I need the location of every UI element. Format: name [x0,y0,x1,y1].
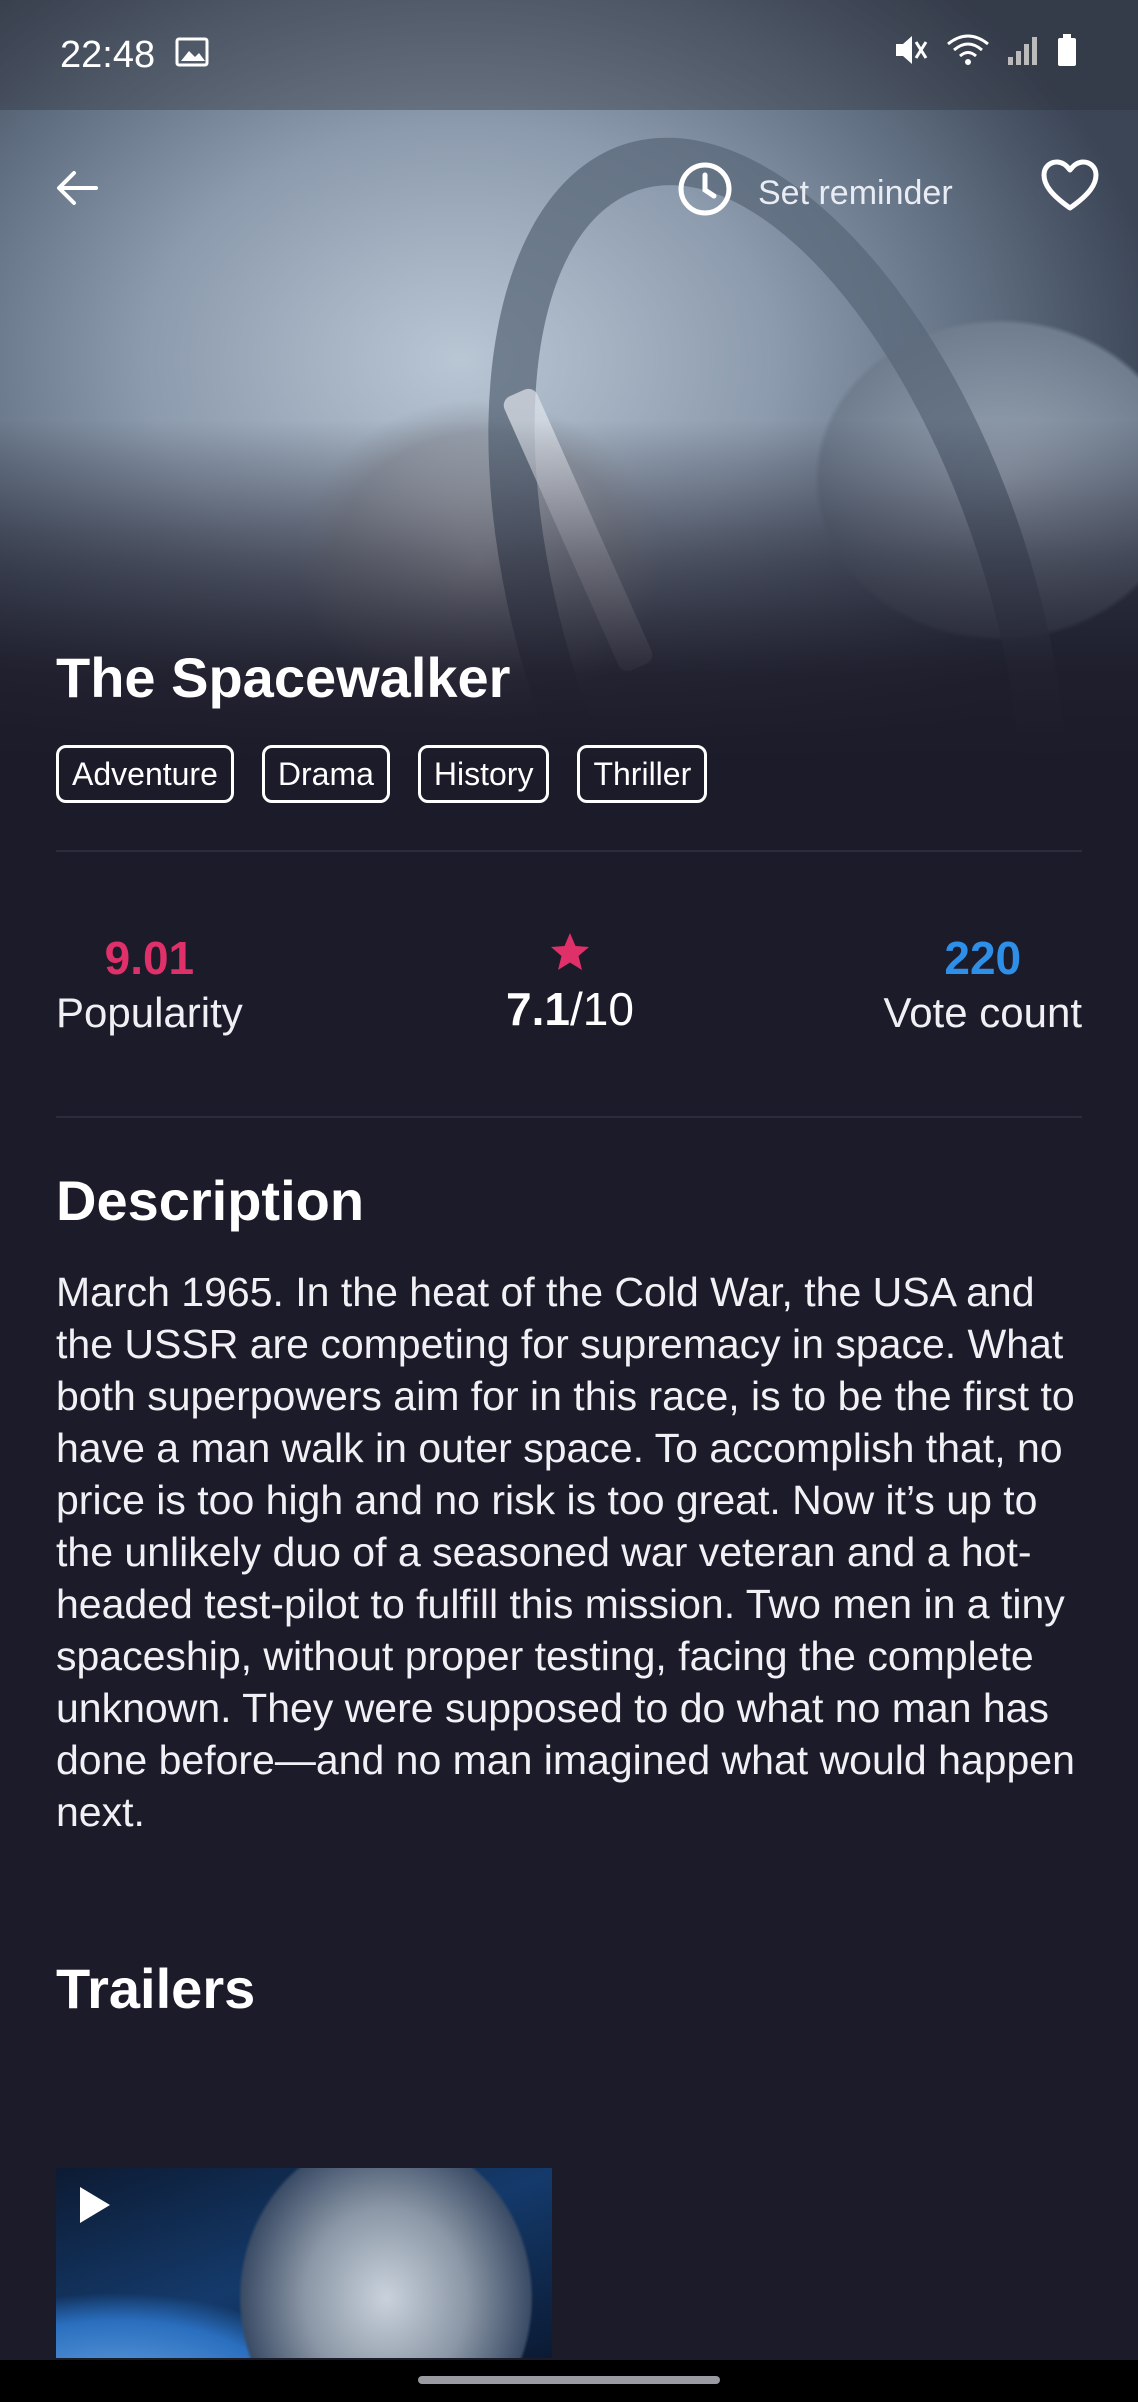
genre-chip[interactable]: Adventure [56,745,234,803]
trailer-thumbnail[interactable] [56,2168,552,2358]
rating-max: /10 [570,983,634,1035]
status-time: 22:48 [60,33,156,76]
signal-icon [1006,33,1040,77]
star-icon [490,930,650,979]
home-gesture-handle[interactable] [418,2376,720,2384]
genre-chip[interactable]: Drama [261,745,390,803]
rating-stat: 7.1/10 [490,930,650,1039]
vote-count-label: Vote count [883,989,1083,1036]
genre-chip[interactable]: History [417,745,550,803]
genre-list: Adventure Drama History Thriller [56,745,708,803]
vote-count-stat: 220 Vote count [884,930,1083,1040]
clock-icon [676,160,734,227]
arrow-left-icon [50,161,104,220]
description-heading: Description [56,1169,365,1232]
gallery-notification-icon [175,34,209,77]
movie-title: The Spacewalker [56,646,511,709]
status-bar: 22:48 [0,0,1138,110]
popularity-label: Popularity [56,989,243,1036]
mute-icon [892,32,930,78]
back-button[interactable] [50,161,104,220]
divider [56,1116,1082,1118]
set-reminder-label: Set reminder [758,174,953,212]
trailers-heading: Trailers [56,1957,256,2020]
popularity-value: 9.01 [104,932,195,984]
divider [56,850,1082,852]
navigation-bar [0,2360,1138,2402]
genre-chip[interactable]: Thriller [577,745,708,803]
play-icon [76,2184,114,2231]
movie-stats: 9.01 Popularity 7.1/10 220 Vote count [56,930,1082,1050]
heart-outline-icon [1040,159,1100,218]
rating-value: 7.1/10 [490,979,650,1039]
app-bar [0,140,1138,240]
popularity-stat: 9.01 Popularity [56,930,243,1040]
favorite-button[interactable] [1040,158,1100,219]
vote-count-value: 220 [944,932,1022,984]
battery-icon [1056,33,1078,77]
description-text: March 1965. In the heat of the Cold War,… [56,1269,1075,1835]
set-reminder-button[interactable]: Set reminder [676,160,953,227]
rating-score: 7.1 [506,983,570,1035]
wifi-icon [946,32,990,78]
